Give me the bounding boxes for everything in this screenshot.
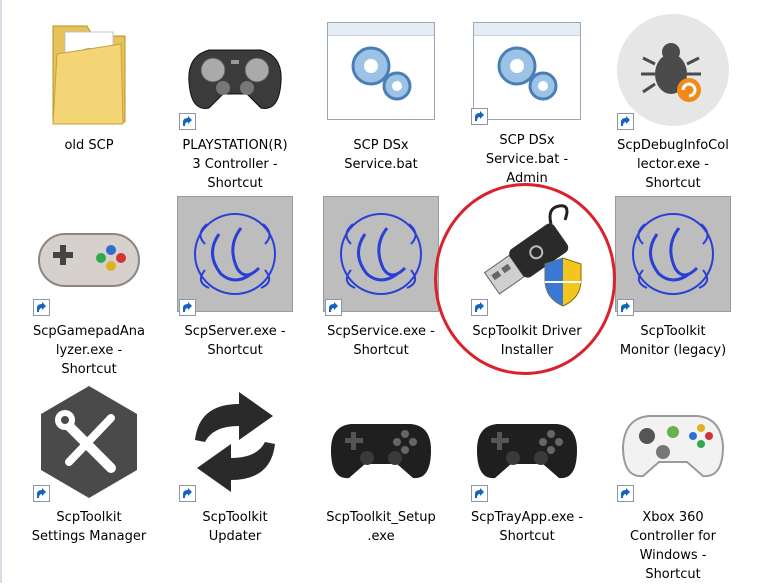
snes-controller-icon: [29, 194, 149, 320]
file-grid: old SCP PLAYSTATION(R) 3 Controller - Sh…: [16, 2, 750, 582]
file-item-label: ScpToolkit_Setup .exe: [326, 510, 436, 544]
file-item-label: ScpDebugInfoCol lector.exe - Shortcut: [617, 138, 729, 191]
scp-logo-icon: [613, 194, 733, 320]
file-item-scp-debug-info-collector[interactable]: ScpDebugInfoCol lector.exe - Shortcut: [600, 2, 746, 191]
file-item-label: ScpToolkit Monitor (legacy): [619, 324, 727, 358]
xbox-controller-icon: [613, 380, 733, 506]
file-item-ps3-controller-shortcut[interactable]: PLAYSTATION(R) 3 Controller - Shortcut: [162, 2, 308, 191]
file-row: old SCP PLAYSTATION(R) 3 Controller - Sh…: [16, 2, 750, 191]
folder-icon: [29, 8, 149, 134]
shortcut-arrow-icon: [471, 108, 488, 125]
shortcut-arrow-icon: [179, 113, 196, 130]
file-item-scptoolkit-monitor-legacy[interactable]: ScpToolkit Monitor (legacy): [600, 188, 746, 374]
bug-icon: [613, 8, 733, 134]
usb-shield-icon: [467, 194, 587, 320]
file-item-label: ScpService.exe - Shortcut: [327, 324, 435, 358]
file-item-label: ScpToolkit Updater: [202, 510, 268, 544]
file-item-label: SCP DSx Service.bat - Admin: [485, 133, 569, 186]
scp-logo-icon: [321, 194, 441, 320]
file-item-scptoolkit-setup-exe[interactable]: ScpToolkit_Setup .exe: [308, 374, 454, 566]
file-item-label: ScpServer.exe - Shortcut: [184, 324, 286, 358]
shortcut-arrow-icon: [471, 299, 488, 316]
file-item-scptrayapp-shortcut[interactable]: ScpTrayApp.exe - Shortcut: [454, 374, 600, 566]
shortcut-arrow-icon: [179, 485, 196, 502]
file-item-scp-service-shortcut[interactable]: ScpService.exe - Shortcut: [308, 188, 454, 374]
tools-hexagon-icon: [29, 380, 149, 506]
file-row: ScpGamepadAna lyzer.exe - Shortcut ScpSe…: [16, 188, 750, 377]
shortcut-arrow-icon: [617, 113, 634, 130]
shortcut-arrow-icon: [33, 485, 50, 502]
left-window-edge: [0, 0, 2, 583]
file-item-label: Xbox 360 Controller for Windows - Shortc…: [630, 510, 716, 582]
file-item-label: PLAYSTATION(R) 3 Controller - Shortcut: [182, 138, 288, 191]
shortcut-arrow-icon: [617, 299, 634, 316]
ds3-controller-icon: [467, 380, 587, 506]
file-item-label: ScpTrayApp.exe - Shortcut: [470, 510, 584, 544]
gears-window-icon: [321, 8, 441, 134]
file-item-scp-server-shortcut[interactable]: ScpServer.exe - Shortcut: [162, 188, 308, 374]
file-item-scptoolkit-updater[interactable]: ScpToolkit Updater: [162, 374, 308, 566]
file-item-label: SCP DSx Service.bat: [344, 138, 418, 172]
scp-logo-icon: [175, 194, 295, 320]
file-item-scp-dsx-service-admin[interactable]: SCP DSx Service.bat - Admin: [454, 2, 600, 188]
file-item-old-scp[interactable]: old SCP: [16, 2, 162, 188]
refresh-arrows-icon: [175, 380, 295, 506]
file-item-scptoolkit-settings-manager[interactable]: ScpToolkit Settings Manager: [16, 374, 162, 566]
shortcut-arrow-icon: [33, 299, 50, 316]
file-item-scptoolkit-driver-installer[interactable]: ScpToolkit Driver Installer: [454, 188, 600, 374]
file-item-scp-gamepad-analyzer[interactable]: ScpGamepadAna lyzer.exe - Shortcut: [16, 188, 162, 377]
shortcut-arrow-icon: [471, 485, 488, 502]
shortcut-arrow-icon: [179, 299, 196, 316]
file-item-xbox360-controller[interactable]: Xbox 360 Controller for Windows - Shortc…: [600, 374, 746, 582]
file-item-label: ScpToolkit Settings Manager: [31, 510, 147, 544]
file-item-scp-dsx-service-bat[interactable]: SCP DSx Service.bat: [308, 2, 454, 188]
shortcut-arrow-icon: [325, 299, 342, 316]
gears-window-icon: [467, 8, 587, 129]
file-item-label: old SCP: [64, 138, 114, 153]
shortcut-arrow-icon: [617, 485, 634, 502]
explorer-icon-view: old SCP PLAYSTATION(R) 3 Controller - Sh…: [0, 0, 758, 583]
file-item-label: ScpToolkit Driver Installer: [472, 324, 582, 358]
file-item-label: ScpGamepadAna lyzer.exe - Shortcut: [33, 324, 145, 377]
ds3-controller-icon: [321, 380, 441, 506]
file-row: ScpToolkit Settings Manager ScpToolkit U…: [16, 374, 750, 582]
gamepad-icon: [175, 8, 295, 134]
